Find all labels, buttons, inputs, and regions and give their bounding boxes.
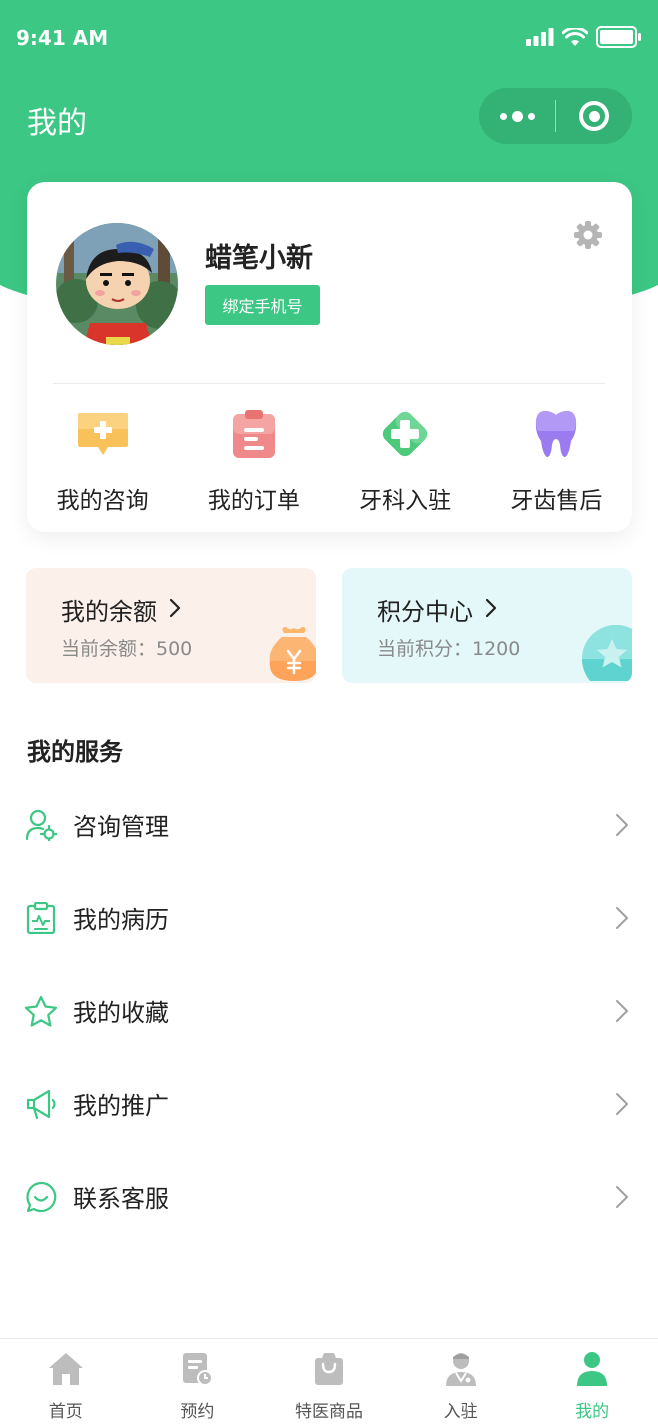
- tab-special-products[interactable]: 特医商品: [263, 1339, 395, 1425]
- service-item-consult-manage[interactable]: 咨询管理: [0, 778, 658, 871]
- tab-label: 首页: [48, 1402, 83, 1422]
- quick-action-aftercare[interactable]: 牙齿售后: [481, 407, 632, 517]
- target-icon: [579, 101, 609, 131]
- chevron-right-icon: [612, 1090, 632, 1118]
- points-amount: 当前积分：1200: [377, 638, 521, 660]
- chevron-right-icon: [169, 596, 181, 624]
- service-item-medical-records[interactable]: 我的病历: [0, 871, 658, 964]
- service-label: 咨询管理: [73, 813, 169, 841]
- bind-phone-button[interactable]: 绑定手机号: [205, 285, 320, 325]
- balance-title: 我的余额: [61, 592, 181, 627]
- gear-icon: [573, 220, 603, 254]
- quick-action-label: 牙科入驻: [359, 488, 452, 514]
- dot-icon: [499, 112, 507, 120]
- megaphone-icon: [24, 1087, 58, 1121]
- consult-message-icon: [76, 407, 130, 461]
- card-divider: [53, 383, 605, 384]
- miniapp-capsule: [479, 88, 632, 144]
- status-time: 9:41 AM: [16, 26, 109, 50]
- balance-amount: 当前余额：500: [61, 638, 193, 660]
- chevron-right-icon: [612, 1183, 632, 1211]
- service-label: 我的病历: [73, 906, 169, 934]
- service-item-favorites[interactable]: 我的收藏: [0, 964, 658, 1057]
- status-indicators: [526, 26, 642, 52]
- appointment-icon: [179, 1351, 215, 1387]
- tab-join[interactable]: 入驻: [395, 1339, 527, 1425]
- chevron-right-icon: [612, 997, 632, 1025]
- username: 蜡笔小新: [205, 243, 313, 274]
- service-label: 联系客服: [73, 1185, 169, 1213]
- home-icon: [48, 1351, 84, 1387]
- close-miniapp-button[interactable]: [556, 88, 632, 144]
- quick-actions: 我的咨询 我的订单 牙科入驻 牙齿售后: [27, 407, 632, 517]
- dot-icon: [527, 112, 535, 120]
- tab-home[interactable]: 首页: [0, 1339, 132, 1425]
- service-item-customer-service[interactable]: 联系客服: [0, 1150, 658, 1243]
- quick-action-label: 我的咨询: [56, 488, 149, 514]
- service-label: 我的收藏: [73, 999, 169, 1027]
- profile-icon: [574, 1351, 610, 1387]
- balance-card[interactable]: 我的余额 当前余额：500: [26, 568, 316, 683]
- quick-action-dental-join[interactable]: 牙科入驻: [330, 407, 481, 517]
- order-clipboard-icon: [227, 407, 281, 461]
- points-card[interactable]: 积分中心 当前积分：1200: [342, 568, 632, 683]
- chevron-right-icon: [612, 811, 632, 839]
- user-settings-icon: [24, 808, 58, 842]
- shopping-bag-icon: [311, 1351, 347, 1387]
- settings-button[interactable]: [571, 220, 605, 254]
- medical-cross-icon: [378, 407, 432, 461]
- quick-action-consult[interactable]: 我的咨询: [27, 407, 178, 517]
- points-title-label: 积分中心: [377, 598, 473, 626]
- points-title: 积分中心: [377, 592, 497, 627]
- services-title: 我的服务: [27, 738, 123, 766]
- signal-icon: [526, 28, 554, 50]
- chat-bubble-icon: [24, 1180, 58, 1214]
- quick-action-orders[interactable]: 我的订单: [178, 407, 329, 517]
- dot-icon: [511, 110, 523, 122]
- chevron-right-icon: [485, 596, 497, 624]
- tab-label: 预约: [180, 1402, 215, 1422]
- avatar[interactable]: [56, 223, 178, 345]
- wifi-icon: [561, 26, 589, 51]
- money-bag-icon: [266, 625, 316, 683]
- tab-appointment[interactable]: 预约: [132, 1339, 264, 1425]
- tab-label: 我的: [575, 1402, 610, 1422]
- tab-bar: 首页 预约 特医商品 入驻 我的: [0, 1338, 658, 1425]
- page-title: 我的: [27, 106, 87, 141]
- quick-action-label: 牙齿售后: [510, 488, 603, 514]
- profile-page: 9:41 AM 我的 蜡笔小新 绑定手机号 我的咨询 我的订单 牙科入驻 牙齿售…: [0, 0, 658, 1425]
- profile-card: 蜡笔小新 绑定手机号 我的咨询 我的订单 牙科入驻 牙齿售后: [27, 182, 632, 532]
- balance-title-label: 我的余额: [61, 598, 157, 626]
- tab-label: 特医商品: [294, 1402, 363, 1422]
- tab-label: 入驻: [443, 1402, 478, 1422]
- more-options-button[interactable]: [479, 88, 555, 144]
- quick-action-label: 我的订单: [207, 488, 300, 514]
- services-list: 咨询管理 我的病历 我的收藏 我的推广 联系客服: [0, 778, 658, 1243]
- medical-record-icon: [24, 901, 58, 935]
- tooth-icon: [529, 407, 583, 461]
- star-icon: [24, 994, 58, 1028]
- service-item-promotion[interactable]: 我的推广: [0, 1057, 658, 1150]
- tab-mine[interactable]: 我的: [526, 1339, 658, 1425]
- doctor-icon: [443, 1351, 479, 1387]
- battery-icon: [596, 26, 642, 52]
- star-badge-icon: [582, 625, 632, 683]
- chevron-right-icon: [612, 904, 632, 932]
- status-bar: 9:41 AM: [0, 0, 658, 78]
- service-label: 我的推广: [73, 1092, 169, 1120]
